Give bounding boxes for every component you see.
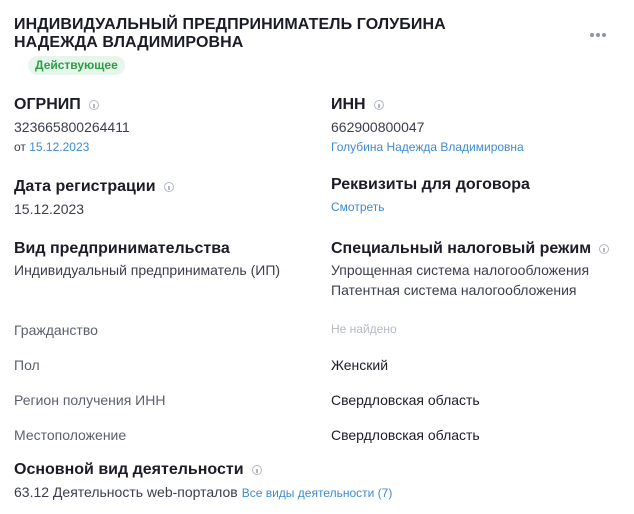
status-badge: Действующее — [28, 56, 125, 75]
inn-region-label: Регион получения ИНН — [14, 392, 166, 408]
info-icon[interactable] — [599, 244, 610, 254]
citizenship-label: Гражданство — [14, 322, 98, 338]
inn-region-value: Свердловская область — [331, 392, 480, 408]
ogrnip-value: 323665800264411 — [14, 119, 130, 135]
company-title: ИНДИВИДУАЛЬНЫЙ ПРЕДПРИНИМАТЕЛЬ ГОЛУБИНА … — [14, 16, 446, 51]
registration-value: 15.12.2023 — [14, 201, 85, 217]
ogrnip-date-prefix: от — [14, 140, 26, 154]
ogrnip-date: от 15.12.2023 — [14, 139, 89, 155]
tax-regime-value-2: Патентная система налогообложения — [331, 282, 577, 298]
entrepreneurship-heading-label: Вид предпринимательства — [14, 240, 230, 257]
gender-label: Пол — [14, 357, 40, 373]
info-icon[interactable] — [163, 182, 174, 192]
registration-heading-label: Дата регистрации — [14, 178, 156, 195]
registration-heading: Дата регистрации — [14, 177, 174, 197]
location-value: Свердловская область — [331, 427, 480, 443]
entrepreneurship-value: Индивидуальный предприниматель (ИП) — [14, 262, 281, 278]
activity-heading-label: Основной вид деятельности — [14, 461, 244, 478]
info-icon[interactable] — [251, 465, 262, 475]
activity-heading: Основной вид деятельности — [14, 460, 262, 480]
info-icon[interactable] — [88, 100, 99, 110]
all-activities-link[interactable]: Все виды деятельности (7) — [242, 485, 393, 501]
requisites-heading: Реквизиты для договора — [331, 175, 530, 195]
requisites-heading-label: Реквизиты для договора — [331, 176, 530, 193]
activity-row: 63.12 Деятельность web-порталов Все виды… — [14, 483, 392, 501]
ogrnip-heading-label: ОГРНИП — [14, 96, 81, 113]
requisites-view-link[interactable]: Смотреть — [331, 199, 385, 215]
info-icon[interactable] — [373, 100, 384, 110]
inn-heading: ИНН — [331, 95, 384, 115]
location-label: Местоположение — [14, 427, 127, 443]
inn-value: 662900800047 — [331, 119, 425, 135]
activity-value: 63.12 Деятельность web-порталов — [14, 484, 238, 500]
tax-regime-value-1: Упрощенная система налогообложения — [331, 262, 590, 278]
ogrnip-date-link[interactable]: 15.12.2023 — [29, 140, 89, 154]
tax-regime-heading: Специальный налоговый режим — [331, 239, 610, 259]
ogrnip-heading: ОГРНИП — [14, 95, 99, 115]
inn-heading-label: ИНН — [331, 96, 366, 113]
more-dots-icon[interactable] — [586, 24, 610, 46]
gender-value: Женский — [331, 357, 389, 373]
inn-owner-link[interactable]: Голубина Надежда Владимировна — [331, 139, 524, 155]
citizenship-value: Не найдено — [331, 322, 397, 336]
tax-regime-heading-label: Специальный налоговый режим — [331, 240, 592, 257]
entrepreneurship-heading: Вид предпринимательства — [14, 239, 230, 259]
